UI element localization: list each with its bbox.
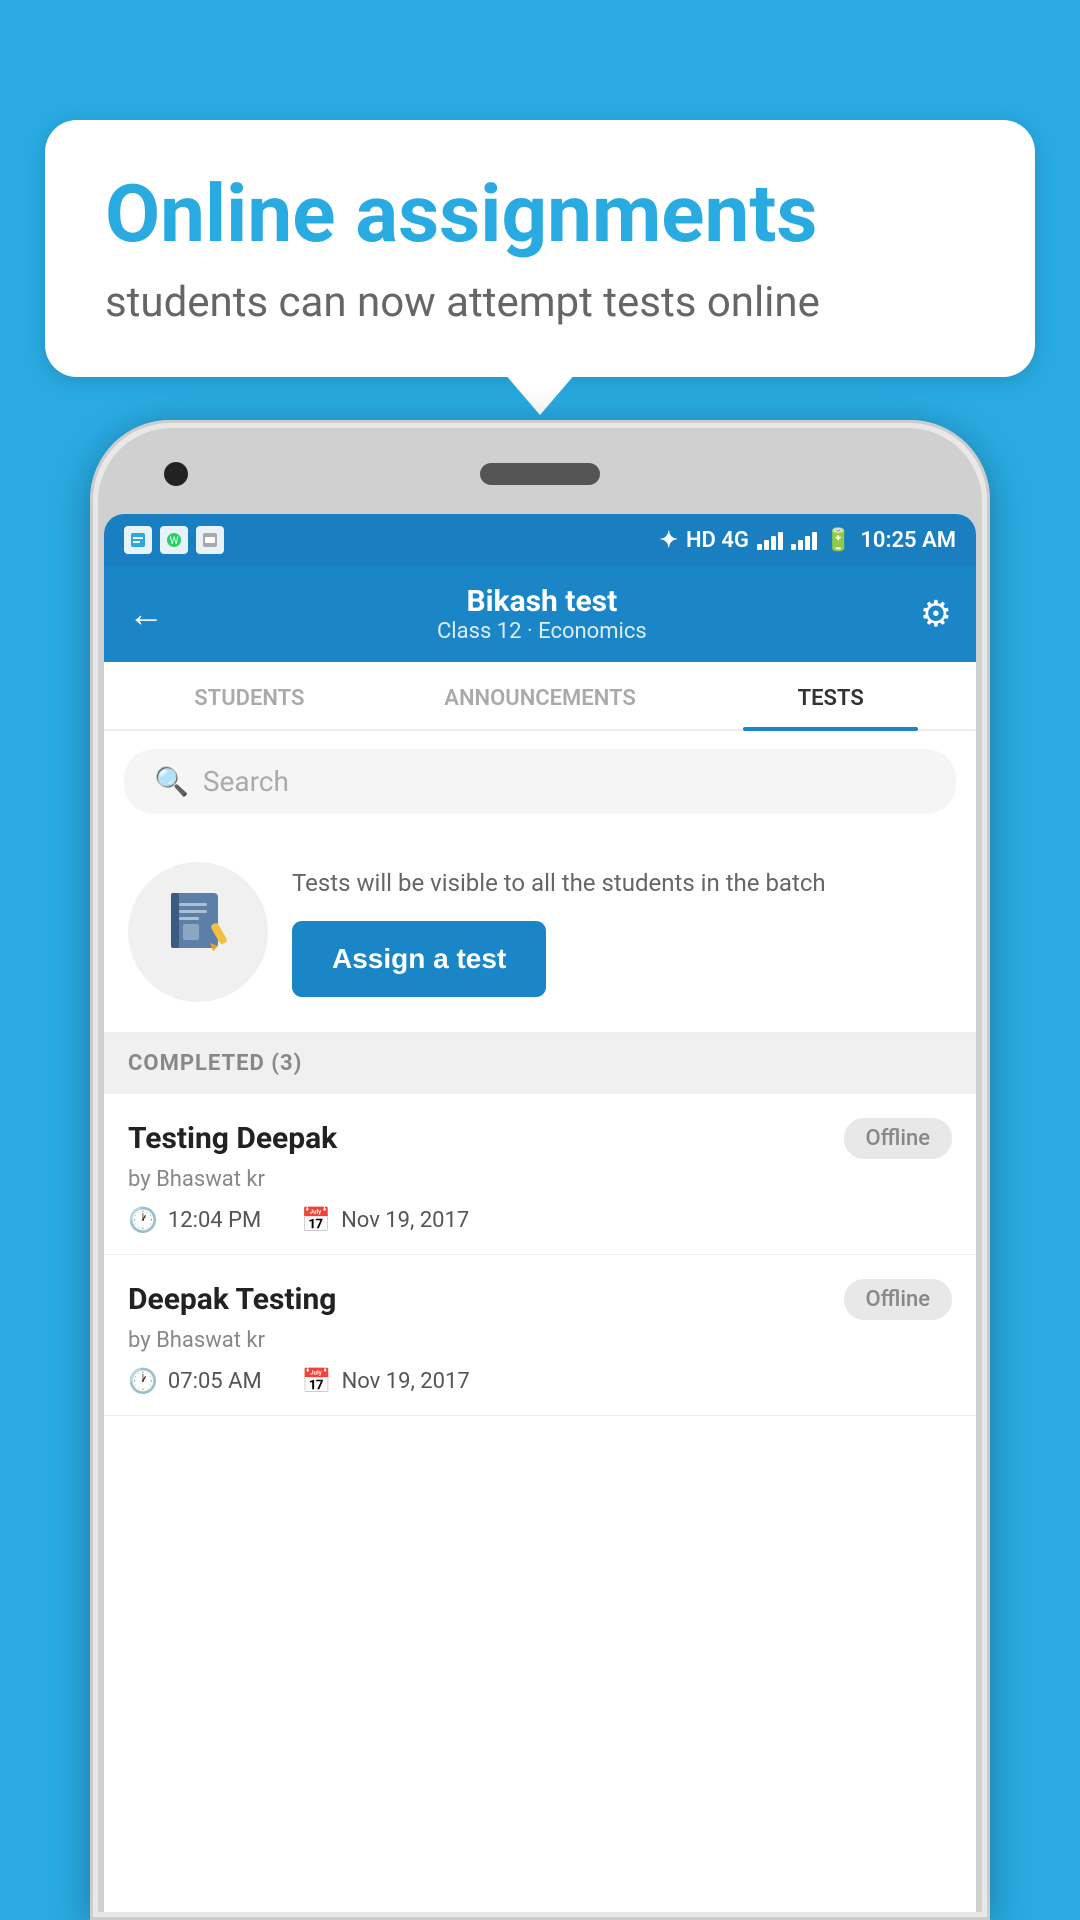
test-meta-2: 🕐 07:05 AM 📅 Nov 19, 2017 <box>128 1367 952 1395</box>
time-value-2: 07:05 AM <box>168 1369 262 1394</box>
signal-bars <box>757 530 783 550</box>
battery-icon: 🔋 <box>825 528 852 553</box>
test-item: Testing Deepak Offline by Bhaswat kr 🕐 1… <box>104 1094 976 1255</box>
test-by-2: by Bhaswat kr <box>128 1328 952 1353</box>
date-value-2: Nov 19, 2017 <box>342 1369 470 1394</box>
phone-inner: W ✦ HD 4G <box>98 428 982 1912</box>
header-center: Bikash test Class 12 · Economics <box>437 584 647 644</box>
camera <box>164 462 188 486</box>
assign-section: Tests will be visible to all the student… <box>104 832 976 1033</box>
phone-top-bar <box>104 434 976 514</box>
completed-section-header: COMPLETED (3) <box>104 1033 976 1094</box>
search-container: 🔍 Search <box>104 731 976 832</box>
clock-icon-1: 🕐 <box>128 1206 158 1234</box>
tab-announcements[interactable]: ANNOUNCEMENTS <box>395 662 686 729</box>
phone-frame: W ✦ HD 4G <box>90 420 990 1920</box>
meta-time-1: 🕐 12:04 PM <box>128 1206 261 1234</box>
meta-time-2: 🕐 07:05 AM <box>128 1367 262 1395</box>
signal-bars-2 <box>791 530 817 550</box>
time-value-1: 12:04 PM <box>168 1208 261 1233</box>
tabs-container: STUDENTS ANNOUNCEMENTS TESTS <box>104 662 976 731</box>
tab-tests[interactable]: TESTS <box>685 662 976 729</box>
settings-button[interactable]: ⚙ <box>920 593 952 635</box>
calendar-icon-1: 📅 <box>301 1206 331 1234</box>
app-icon-3 <box>196 526 224 554</box>
clock-icon-2: 🕐 <box>128 1367 158 1395</box>
app-icon-1 <box>124 526 152 554</box>
meta-date-1: 📅 Nov 19, 2017 <box>301 1206 469 1234</box>
speech-bubble: Online assignments students can now atte… <box>45 120 1035 377</box>
bubble-title: Online assignments <box>105 170 975 258</box>
header-title: Bikash test <box>437 584 647 619</box>
assign-test-button[interactable]: Assign a test <box>292 921 546 997</box>
speaker <box>480 463 600 485</box>
test-name-1: Testing Deepak <box>128 1121 337 1156</box>
search-input[interactable]: Search <box>203 765 289 798</box>
test-name-2: Deepak Testing <box>128 1282 336 1317</box>
bubble-subtitle: students can now attempt tests online <box>105 278 975 327</box>
offline-badge-1: Offline <box>844 1118 952 1159</box>
svg-text:W: W <box>170 536 179 547</box>
app-header: ← Bikash test Class 12 · Economics ⚙ <box>104 566 976 662</box>
notebook-icon <box>163 888 233 976</box>
search-box[interactable]: 🔍 Search <box>124 749 956 814</box>
search-icon: 🔍 <box>154 765 189 798</box>
status-bar: W ✦ HD 4G <box>104 514 976 566</box>
offline-badge-2: Offline <box>844 1279 952 1320</box>
network-label: HD 4G <box>686 528 749 553</box>
time-label: 10:25 AM <box>860 528 956 553</box>
test-item-top-2: Deepak Testing Offline <box>128 1279 952 1320</box>
header-subtitle: Class 12 · Economics <box>437 619 647 644</box>
status-icons: W <box>124 526 224 554</box>
tab-students[interactable]: STUDENTS <box>104 662 395 729</box>
calendar-icon-2: 📅 <box>302 1367 332 1395</box>
assign-info-text: Tests will be visible to all the student… <box>292 867 952 901</box>
assign-icon-circle <box>128 862 268 1002</box>
bluetooth-icon: ✦ <box>660 528 678 553</box>
test-item-2: Deepak Testing Offline by Bhaswat kr 🕐 0… <box>104 1255 976 1416</box>
app-icon-2: W <box>160 526 188 554</box>
date-value-1: Nov 19, 2017 <box>341 1208 469 1233</box>
back-button[interactable]: ← <box>128 593 164 635</box>
status-right: ✦ HD 4G 🔋 10:25 AM <box>660 528 956 553</box>
test-by-1: by Bhaswat kr <box>128 1167 952 1192</box>
meta-date-2: 📅 Nov 19, 2017 <box>302 1367 470 1395</box>
test-item-top: Testing Deepak Offline <box>128 1118 952 1159</box>
assign-right: Tests will be visible to all the student… <box>292 867 952 997</box>
phone-screen: W ✦ HD 4G <box>104 514 976 1912</box>
test-meta-1: 🕐 12:04 PM 📅 Nov 19, 2017 <box>128 1206 952 1234</box>
